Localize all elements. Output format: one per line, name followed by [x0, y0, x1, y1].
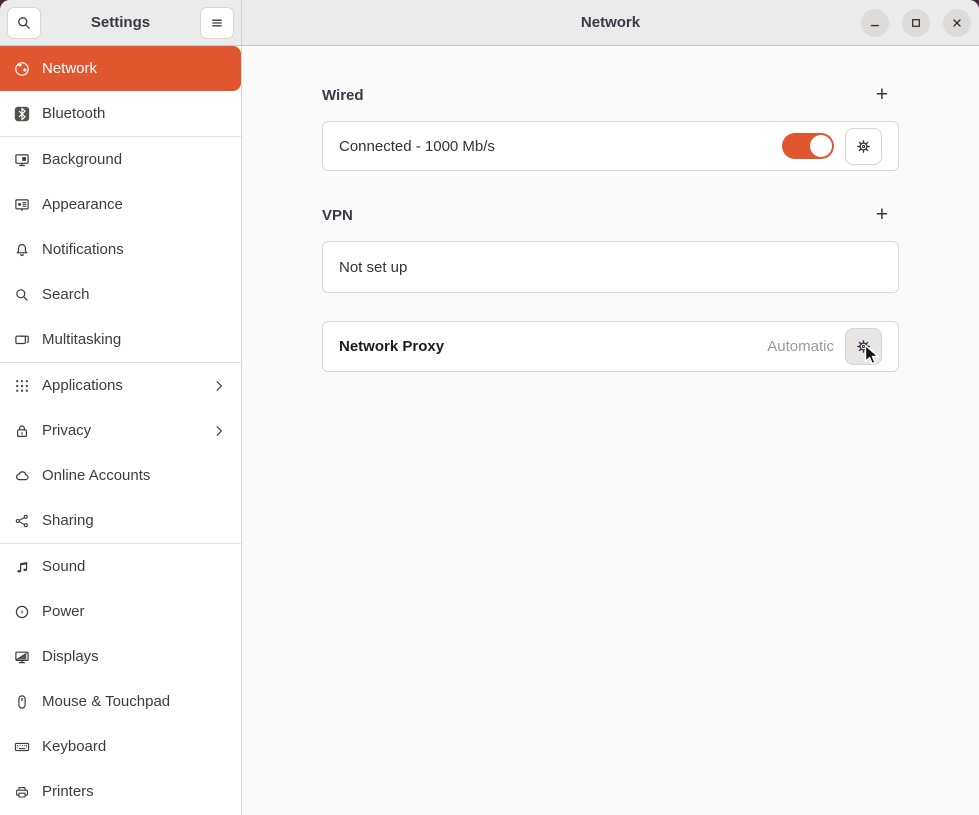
- music-note-icon: [14, 559, 30, 575]
- sidebar-item-label: Background: [42, 151, 122, 168]
- sidebar-item-label: Privacy: [42, 422, 91, 439]
- sidebar-item-label: Printers: [42, 783, 94, 800]
- chevron-right-icon: [211, 378, 227, 394]
- wired-settings-button[interactable]: [845, 128, 882, 165]
- minimize-button[interactable]: [861, 9, 889, 37]
- power-icon: [14, 604, 30, 620]
- proxy-settings-button[interactable]: [845, 328, 882, 365]
- sidebar-item-appearance[interactable]: Appearance: [0, 182, 241, 227]
- app-title: Settings: [91, 14, 150, 31]
- gear-icon: [855, 338, 872, 355]
- minimize-icon: [867, 15, 883, 31]
- add-vpn-button[interactable]: +: [876, 207, 899, 223]
- cloud-icon: [14, 468, 30, 484]
- proxy-title: Network Proxy: [339, 338, 444, 355]
- sidebar-item-sound[interactable]: Sound: [0, 544, 241, 589]
- share-icon: [14, 513, 30, 529]
- page-title: Network: [581, 14, 640, 31]
- wired-toggle[interactable]: [782, 133, 834, 159]
- sidebar-item-label: Mouse & Touchpad: [42, 693, 170, 710]
- chevron-right-icon: [211, 423, 227, 439]
- search-icon: [16, 15, 32, 31]
- sidebar-item-power[interactable]: Power: [0, 589, 241, 634]
- sidebar-item-label: Displays: [42, 648, 99, 665]
- appearance-icon: [14, 197, 30, 213]
- keyboard-icon: [14, 739, 30, 755]
- mouse-icon: [14, 694, 30, 710]
- background-icon: [14, 152, 30, 168]
- sidebar-item-multitasking[interactable]: Multitasking: [0, 317, 241, 362]
- sidebar-item-displays[interactable]: Displays: [0, 634, 241, 679]
- proxy-mode-value: Automatic: [767, 338, 834, 355]
- vpn-section-header: VPN +: [322, 206, 899, 224]
- wired-section-header: Wired +: [322, 86, 899, 104]
- sidebar-item-privacy[interactable]: Privacy: [0, 408, 241, 453]
- sidebar-item-background[interactable]: Background: [0, 137, 241, 182]
- windows-icon: [14, 332, 30, 348]
- sidebar-item-online-accounts[interactable]: Online Accounts: [0, 453, 241, 498]
- toggle-knob: [810, 135, 832, 157]
- sidebar-item-label: Sharing: [42, 512, 94, 529]
- wired-section-title: Wired: [322, 87, 364, 104]
- app-grid-icon: [14, 378, 30, 394]
- sidebar-item-notifications[interactable]: Notifications: [0, 227, 241, 272]
- printer-icon: [14, 784, 30, 800]
- sidebar-item-bluetooth[interactable]: Bluetooth: [0, 91, 241, 136]
- titlebar: Settings Network: [0, 0, 979, 46]
- sidebar-item-search[interactable]: Search: [0, 272, 241, 317]
- sidebar-item-printers[interactable]: Printers: [0, 769, 241, 814]
- sidebar-item-label: Sound: [42, 558, 85, 575]
- close-button[interactable]: [943, 9, 971, 37]
- globe-icon: [14, 61, 30, 77]
- bell-icon: [14, 242, 30, 258]
- sidebar-header: Settings: [0, 0, 242, 45]
- magnifier-icon: [14, 287, 30, 303]
- sidebar-item-label: Notifications: [42, 241, 124, 258]
- wired-status-label: Connected - 1000 Mb/s: [339, 138, 495, 155]
- search-button[interactable]: [7, 7, 41, 39]
- sidebar-item-label: Search: [42, 286, 90, 303]
- vpn-row: Not set up: [322, 241, 899, 293]
- sidebar-item-label: Appearance: [42, 196, 123, 213]
- vpn-section-title: VPN: [322, 207, 353, 224]
- hamburger-icon: [209, 15, 225, 31]
- settings-window: Settings Network: [0, 0, 979, 815]
- sidebar-item-sharing[interactable]: Sharing: [0, 498, 241, 543]
- sidebar-item-label: Network: [42, 60, 97, 77]
- sidebar-item-label: Bluetooth: [42, 105, 105, 122]
- sidebar-item-label: Applications: [42, 377, 123, 394]
- sidebar: Network Bluetooth Background Appeara: [0, 46, 242, 815]
- add-wired-connection-button[interactable]: +: [876, 87, 899, 103]
- sidebar-item-mouse-touchpad[interactable]: Mouse & Touchpad: [0, 679, 241, 724]
- display-icon: [14, 649, 30, 665]
- network-panel: Wired + Connected - 1000 Mb/s: [242, 46, 979, 815]
- gear-icon: [855, 138, 872, 155]
- window-body: Network Bluetooth Background Appeara: [0, 46, 979, 815]
- content-header: Network: [242, 0, 979, 45]
- network-proxy-row: Network Proxy Automatic: [322, 321, 899, 372]
- sidebar-item-applications[interactable]: Applications: [0, 363, 241, 408]
- window-controls: [861, 9, 971, 37]
- close-icon: [949, 15, 965, 31]
- sidebar-item-keyboard[interactable]: Keyboard: [0, 724, 241, 769]
- maximize-icon: [908, 15, 924, 31]
- sidebar-item-label: Multitasking: [42, 331, 121, 348]
- sidebar-item-label: Power: [42, 603, 85, 620]
- sidebar-item-label: Keyboard: [42, 738, 106, 755]
- menu-button[interactable]: [200, 7, 234, 39]
- wired-connection-row: Connected - 1000 Mb/s: [322, 121, 899, 171]
- maximize-button[interactable]: [902, 9, 930, 37]
- vpn-status-label: Not set up: [339, 259, 407, 276]
- sidebar-item-label: Online Accounts: [42, 467, 150, 484]
- bluetooth-icon: [14, 106, 30, 122]
- sidebar-item-network[interactable]: Network: [0, 46, 241, 91]
- lock-icon: [14, 423, 30, 439]
